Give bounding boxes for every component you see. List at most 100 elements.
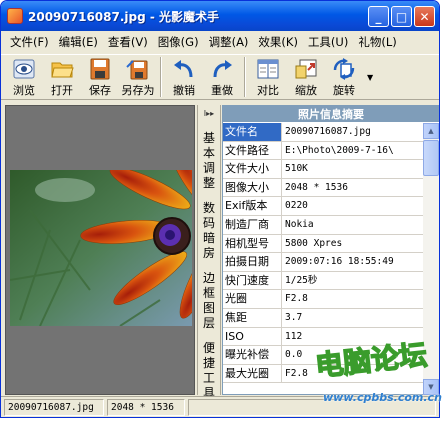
info-row[interactable]: 曝光补偿 0.0 <box>223 346 424 365</box>
window-controls: _ □ ✕ <box>368 6 435 27</box>
info-value: 0220 <box>285 200 308 212</box>
title-bar[interactable]: 20090716087.jpg - 光影魔术手 _ □ ✕ <box>1 1 439 31</box>
info-row[interactable]: 文件路径 E:\Photo\2009-7-16\ <box>223 141 424 161</box>
info-key: 文件大小 <box>223 160 282 178</box>
expand-panel-icon[interactable]: I▸▸ <box>198 109 220 118</box>
info-key: 最大光圈 <box>223 364 282 383</box>
info-row[interactable]: 光圈 F2.8 <box>223 290 424 309</box>
browse-button[interactable]: 浏览 <box>5 55 43 99</box>
tab-quick-tools[interactable]: 便捷工具 <box>198 341 220 401</box>
info-value: 1/25秒 <box>285 274 318 286</box>
open-button[interactable]: 打开 <box>43 55 81 99</box>
info-value: 3.7 <box>285 311 303 323</box>
info-row[interactable]: 拍摄日期 2009:07:16 18:55:49 <box>223 253 424 272</box>
app-window: 20090716087.jpg - 光影魔术手 _ □ ✕ 文件(F) 编辑(E… <box>0 0 440 418</box>
image-viewer[interactable] <box>5 105 195 395</box>
rotate-button[interactable]: 旋转 <box>325 55 363 99</box>
info-table: 文件名 20090716087.jpg 文件路径 E:\Photo\2009-7-16… <box>223 123 424 384</box>
redo-icon <box>213 60 232 78</box>
close-icon[interactable]: ✕ <box>414 6 435 27</box>
info-row[interactable]: 文件大小 510K <box>223 160 424 179</box>
folder-open-icon <box>51 62 74 78</box>
zoom-button[interactable]: 缩放 <box>287 55 325 99</box>
toolbar: 浏览 打开 保存 另存为 撤销 重做 对比 缩放 旋转 ▼ <box>1 54 439 100</box>
compare-label: 对比 <box>257 84 279 97</box>
eye-icon <box>13 59 35 79</box>
info-key: ISO <box>223 327 282 346</box>
photo-info-panel: 照片信息摘要 文件名 20090716087.jpg 文件路径 E:\Photo\20… <box>222 105 439 395</box>
menu-gifts[interactable]: 礼物(L) <box>353 32 401 52</box>
info-panel-title: 照片信息摘要 <box>223 106 439 122</box>
tab-basic-adjust[interactable]: 基本调整 <box>198 131 220 191</box>
menu-effects[interactable]: 效果(K) <box>253 32 303 52</box>
menu-edit[interactable]: 编辑(E) <box>54 32 103 52</box>
toolbar-separator <box>160 57 162 97</box>
info-value: E:\Photo\2009-7-16\ <box>285 144 394 156</box>
menu-image[interactable]: 图像(G) <box>153 32 204 52</box>
save-button[interactable]: 保存 <box>81 55 119 99</box>
info-scrollbar[interactable]: ▲ ▼ <box>423 123 439 395</box>
scroll-down-icon[interactable]: ▼ <box>423 379 439 395</box>
status-empty-cell <box>188 399 436 416</box>
info-row[interactable]: 文件名 20090716087.jpg <box>223 123 424 142</box>
info-row[interactable]: 制造厂商 Nokia <box>223 215 424 235</box>
info-key: 曝光补偿 <box>223 346 282 364</box>
save-as-label: 另存为 <box>121 84 155 97</box>
side-tab-strip: I▸▸ 基本调整 数码暗房 边框图层 便捷工具 <box>197 105 221 400</box>
compare-button[interactable]: 对比 <box>249 55 287 99</box>
info-key: 光圈 <box>223 290 282 308</box>
info-row[interactable]: ISO 112 <box>223 327 424 347</box>
open-label: 打开 <box>51 84 73 97</box>
undo-button[interactable]: 撤销 <box>165 55 203 99</box>
menu-tools[interactable]: 工具(U) <box>303 32 353 52</box>
tab-frame-layers[interactable]: 边框图层 <box>198 271 220 331</box>
undo-label: 撤销 <box>173 84 195 97</box>
info-row[interactable]: 图像大小 2048 * 1536 <box>223 178 424 198</box>
info-key: 文件名 <box>223 123 282 141</box>
info-key: 焦距 <box>223 308 282 327</box>
info-value: 0.0 <box>285 349 303 361</box>
status-bar: 20090716087.jpg 2048 * 1536 <box>1 396 439 417</box>
info-row[interactable]: 焦距 3.7 <box>223 308 424 328</box>
rotate-label: 旋转 <box>333 84 355 97</box>
info-value: 20090716087.jpg <box>285 126 371 137</box>
info-row[interactable]: 相机型号 5800 Xpres <box>223 234 424 254</box>
zoom-icon <box>295 59 317 79</box>
menu-adjust[interactable]: 调整(A) <box>204 32 254 52</box>
info-value: 510K <box>285 163 308 175</box>
tab-digital-darkroom[interactable]: 数码暗房 <box>198 201 220 261</box>
info-key: 快门速度 <box>223 271 282 290</box>
info-row[interactable]: 快门速度 1/25秒 <box>223 271 424 291</box>
redo-label: 重做 <box>211 84 233 97</box>
maximize-icon[interactable]: □ <box>391 6 412 27</box>
info-row[interactable]: 最大光圈 F2.8 <box>223 364 424 384</box>
info-value: 112 <box>285 330 303 342</box>
toolbar-overflow-chevron-icon[interactable]: ▼ <box>367 73 373 82</box>
compare-icon <box>257 59 279 79</box>
info-value: 5800 Xpres <box>285 237 343 249</box>
scroll-up-icon[interactable]: ▲ <box>423 123 439 139</box>
menu-file[interactable]: 文件(F) <box>5 32 54 52</box>
redo-button[interactable]: 重做 <box>203 55 241 99</box>
info-value: F2.8 <box>285 293 308 305</box>
info-value: Nokia <box>285 218 314 230</box>
status-filename: 20090716087.jpg <box>4 399 104 416</box>
save-icon <box>90 58 110 80</box>
info-key: 图像大小 <box>223 178 282 197</box>
rotate-icon <box>333 58 355 80</box>
toolbar-separator <box>244 57 246 97</box>
info-key: 拍摄日期 <box>223 253 282 271</box>
minimize-icon[interactable]: _ <box>368 6 389 27</box>
info-value: F2.8 <box>285 367 308 379</box>
info-key: 文件路径 <box>223 141 282 160</box>
info-row[interactable]: Exif版本 0220 <box>223 197 424 216</box>
menu-bar: 文件(F) 编辑(E) 查看(V) 图像(G) 调整(A) 效果(K) 工具(U… <box>1 31 439 53</box>
save-label: 保存 <box>89 84 111 97</box>
undo-icon <box>174 60 193 78</box>
scroll-thumb[interactable] <box>423 140 439 176</box>
window-title: 20090716087.jpg - 光影魔术手 <box>28 9 220 24</box>
save-as-button[interactable]: 另存为 <box>119 55 157 99</box>
app-logo-icon <box>7 8 23 24</box>
info-key: Exif版本 <box>223 197 282 215</box>
menu-view[interactable]: 查看(V) <box>103 32 153 52</box>
